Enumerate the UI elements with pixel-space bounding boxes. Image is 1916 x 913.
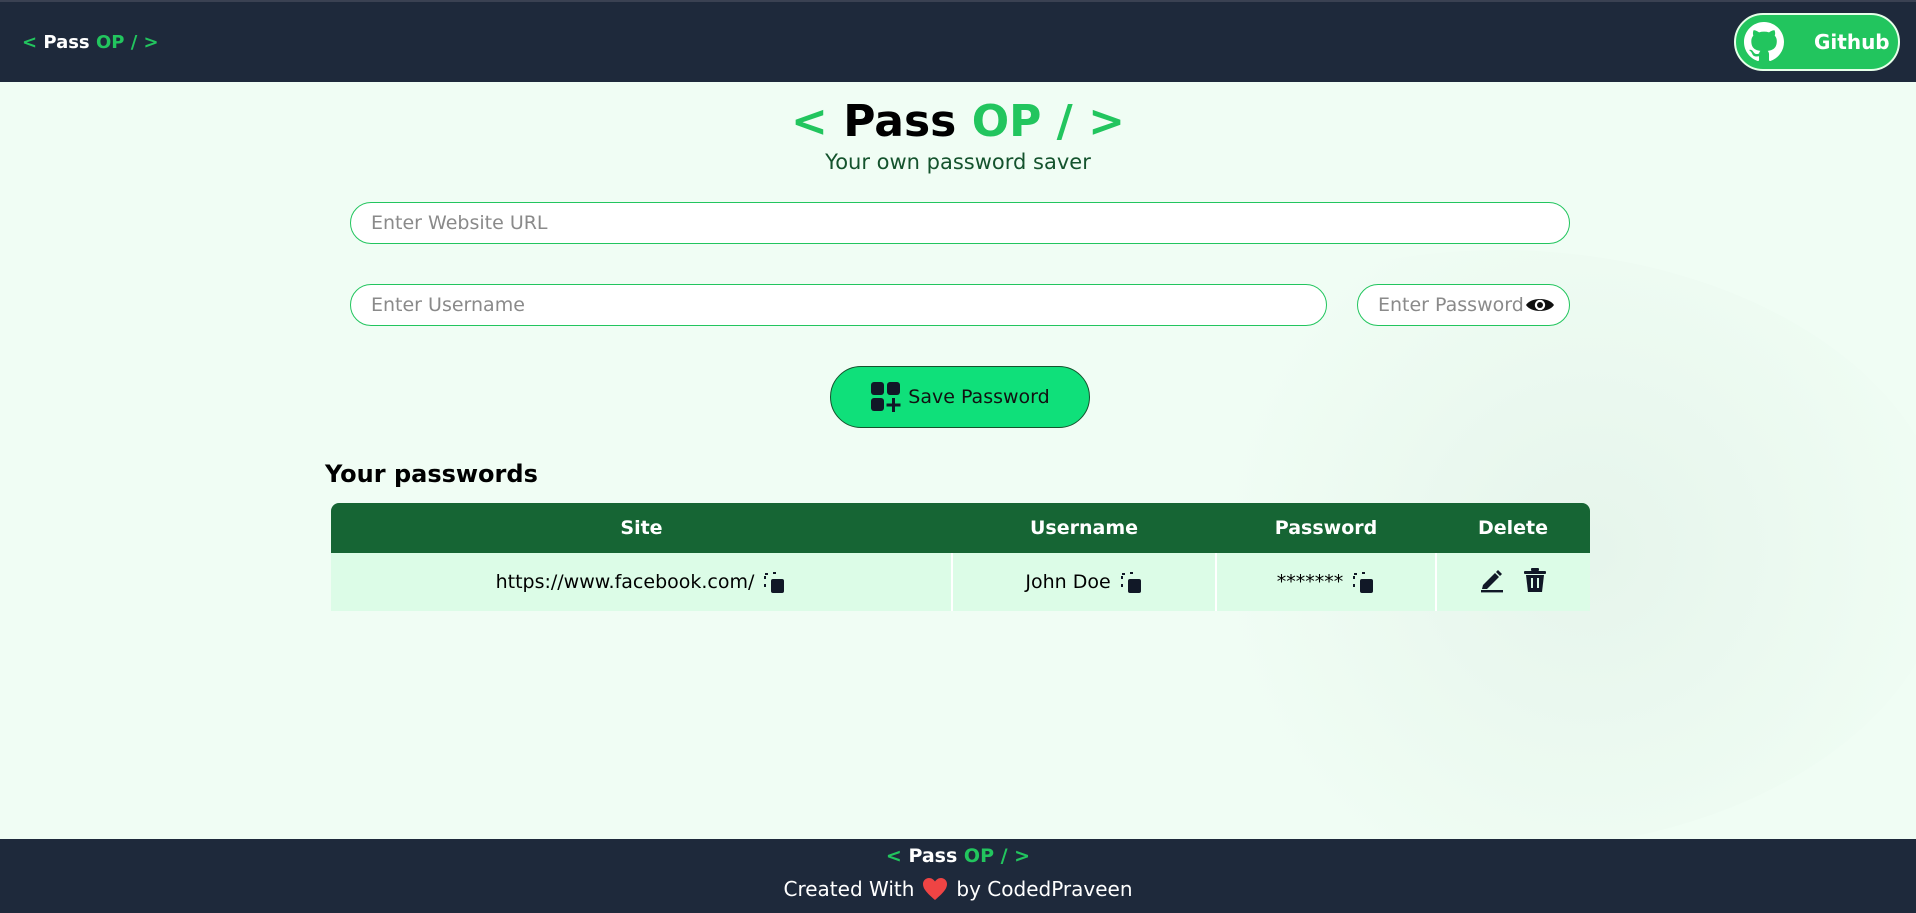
site-link[interactable]: https://www.facebook.com/ [496, 571, 755, 593]
footer-logo: < Pass OP / > [0, 845, 1916, 867]
github-label: Github [1814, 30, 1890, 54]
footer-logo-pass: Pass [908, 845, 958, 867]
table-row: https://www.facebook.com/ John Doe *****… [331, 553, 1590, 611]
passwords-section-title: Your passwords [325, 460, 538, 488]
created-with-text: Created With [783, 877, 915, 901]
navbar-logo[interactable]: < Pass OP / > [22, 32, 159, 53]
username-input[interactable] [371, 294, 1306, 316]
eye-icon[interactable] [1525, 295, 1555, 315]
title-pass-text: Pass [843, 96, 957, 147]
author-text: by CodedPraveen [956, 877, 1133, 901]
footer-logo-open-bracket: < [885, 845, 909, 867]
page-subtitle: Your own password saver [825, 150, 1091, 174]
logo-op-text: OP [95, 31, 125, 53]
edit-icon[interactable] [1479, 567, 1505, 593]
trash-icon[interactable] [1522, 567, 1548, 593]
column-header-username: Username [952, 503, 1216, 553]
title-open-bracket: < [791, 96, 844, 147]
copy-icon[interactable] [1119, 570, 1143, 594]
column-header-password: Password [1216, 503, 1436, 553]
heart-icon [923, 878, 948, 900]
username-value: John Doe [1025, 571, 1111, 593]
website-url-field[interactable] [350, 202, 1570, 244]
actions-cell [1435, 553, 1590, 611]
title-op-text: OP [971, 96, 1042, 147]
table-header-row: Site Username Password Delete [331, 503, 1590, 553]
copy-icon[interactable] [1351, 570, 1375, 594]
logo-open-bracket: < [22, 31, 44, 53]
title-close-bracket: / > [1041, 96, 1125, 147]
footer: < Pass OP / > Created With by CodedPrave… [0, 839, 1916, 913]
site-cell: https://www.facebook.com/ [331, 553, 953, 611]
column-header-site: Site [331, 503, 952, 553]
github-button[interactable]: Github [1734, 13, 1900, 71]
password-cell: ******* [1215, 553, 1437, 611]
website-url-input[interactable] [371, 212, 1549, 234]
password-value: ******* [1276, 571, 1344, 593]
navbar: < Pass OP / > Github [0, 2, 1916, 82]
logo-close-bracket: / > [124, 31, 159, 53]
passwords-table: Site Username Password Delete https://ww… [331, 503, 1590, 611]
logo-pass-text: Pass [43, 31, 90, 53]
copy-icon[interactable] [762, 570, 786, 594]
column-header-delete: Delete [1436, 503, 1590, 553]
username-field[interactable] [350, 284, 1327, 326]
save-password-label: Save Password [908, 386, 1050, 408]
footer-logo-op: OP [963, 845, 994, 867]
page-title: < Pass OP / > [0, 96, 1916, 147]
footer-logo-close-bracket: / > [994, 845, 1031, 867]
password-input[interactable] [1378, 294, 1525, 316]
footer-credit: Created With by CodedPraveen [0, 877, 1916, 901]
username-cell: John Doe [951, 553, 1217, 611]
save-password-button[interactable]: Save Password [830, 366, 1090, 428]
github-icon [1744, 22, 1784, 62]
add-grid-icon [871, 382, 901, 412]
password-field[interactable] [1357, 284, 1570, 326]
